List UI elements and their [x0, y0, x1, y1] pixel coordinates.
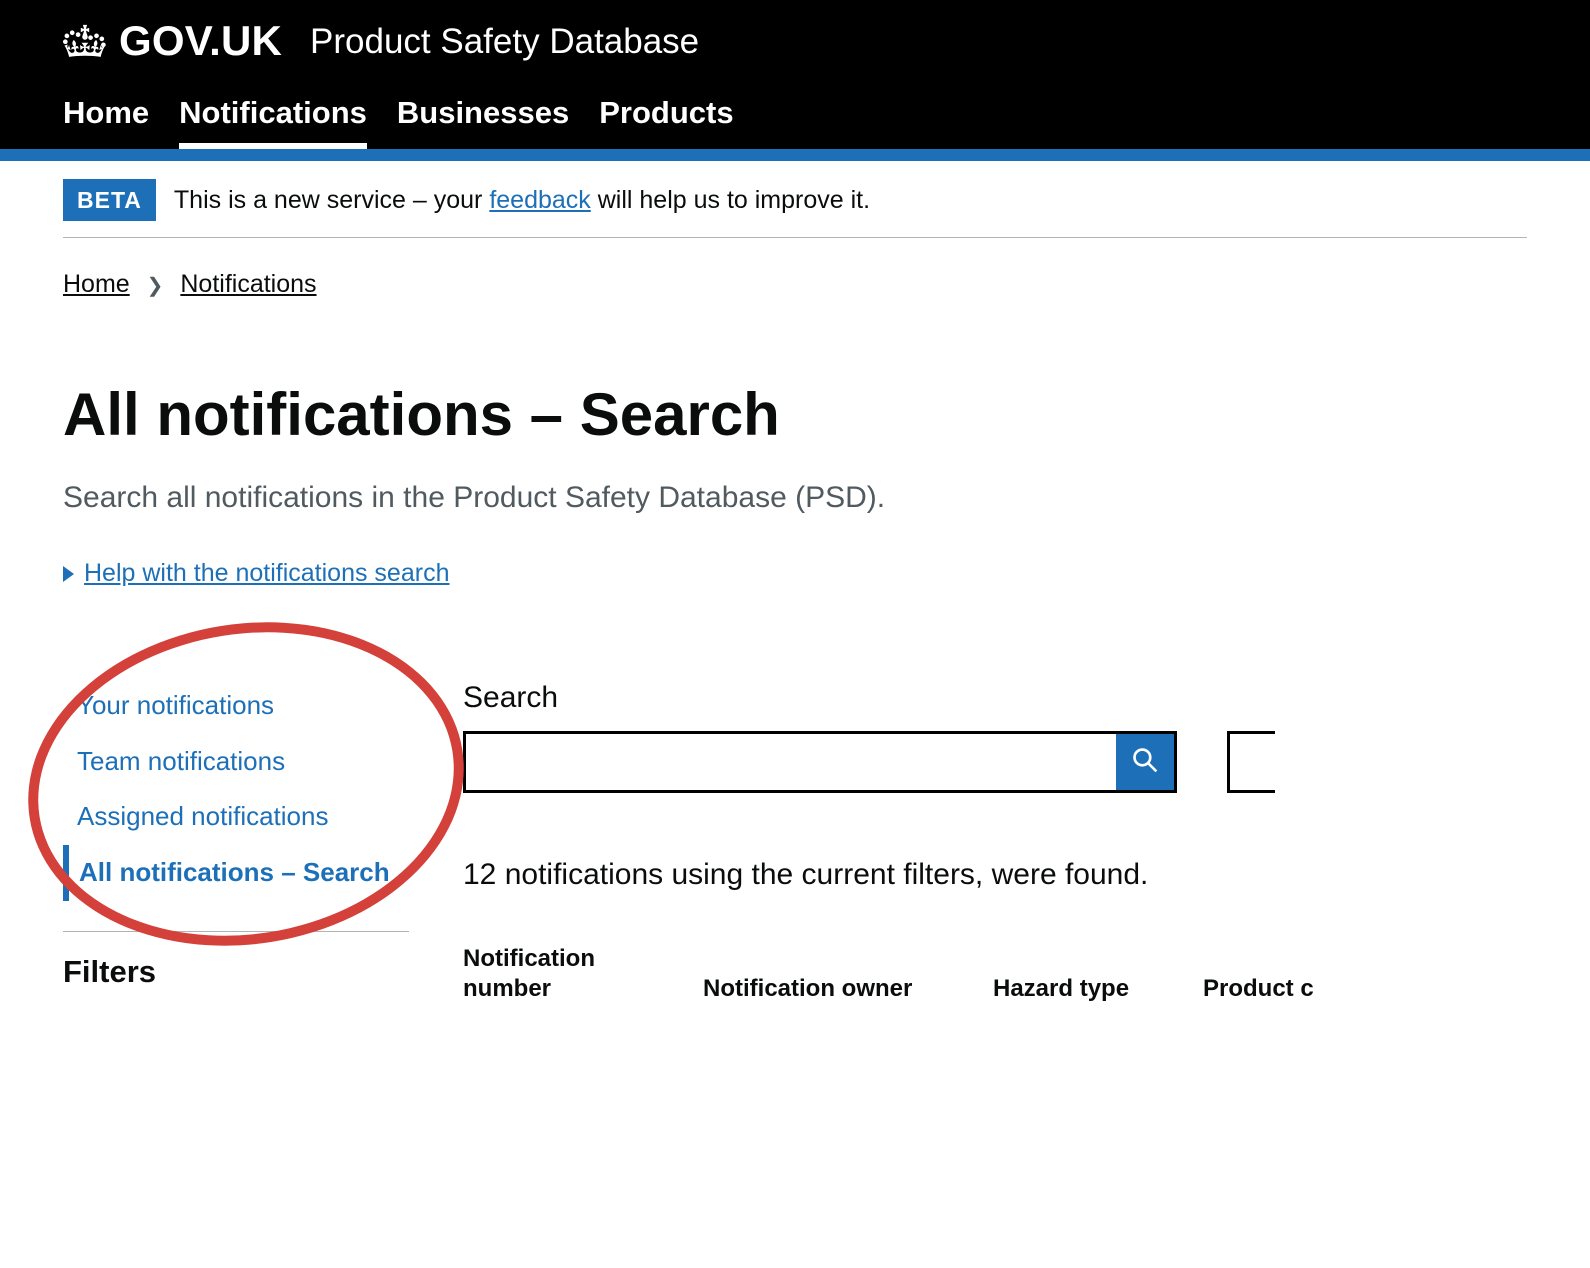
- govuk-logo-text[interactable]: GOV.UK: [119, 14, 282, 69]
- table-header-row: Notification number Notification owner H…: [463, 944, 1590, 1004]
- help-link-text: Help with the notifications search: [84, 557, 449, 590]
- nav-notifications[interactable]: Notifications: [179, 93, 367, 149]
- feedback-link[interactable]: feedback: [489, 186, 590, 214]
- search-box: [463, 731, 1177, 793]
- beta-tag: BETA: [63, 179, 156, 221]
- breadcrumb-notifications[interactable]: Notifications: [180, 270, 316, 298]
- breadcrumb: Home ❯ Notifications: [0, 238, 1590, 301]
- side-nav: Your notifications Team notifications As…: [63, 678, 423, 901]
- search-input[interactable]: [466, 734, 1116, 790]
- filters-heading: Filters: [63, 952, 423, 992]
- search-icon: [1131, 746, 1159, 777]
- help-disclosure[interactable]: Help with the notifications search: [63, 557, 449, 590]
- page-lead: Search all notifications in the Product …: [63, 478, 1527, 517]
- primary-nav: Home Notifications Businesses Products: [0, 75, 1590, 149]
- breadcrumb-home[interactable]: Home: [63, 270, 130, 298]
- th-notification-owner: Notification owner: [703, 973, 953, 1004]
- divider: [63, 931, 409, 932]
- nav-products[interactable]: Products: [599, 93, 733, 149]
- th-notification-number: Notification number: [463, 944, 663, 1004]
- search-label: Search: [463, 678, 1590, 717]
- th-product-category: Product c: [1203, 973, 1323, 1004]
- page-title: All notifications – Search: [63, 376, 1527, 454]
- phase-text: This is a new service – your feedback wi…: [174, 184, 870, 217]
- secondary-input-fragment[interactable]: [1227, 731, 1275, 793]
- sidebar-item-all-notifications-search[interactable]: All notifications – Search: [63, 845, 423, 901]
- sidebar-item-assigned-notifications[interactable]: Assigned notifications: [63, 789, 423, 845]
- nav-home[interactable]: Home: [63, 93, 149, 149]
- phase-banner: BETA This is a new service – your feedba…: [63, 161, 1527, 238]
- nav-businesses[interactable]: Businesses: [397, 93, 569, 149]
- sidebar-item-your-notifications[interactable]: Your notifications: [63, 678, 423, 734]
- service-name[interactable]: Product Safety Database: [310, 19, 699, 65]
- triangle-right-icon: [63, 566, 74, 582]
- results-count: 12 notifications using the current filte…: [463, 855, 1590, 894]
- chevron-right-icon: ❯: [147, 275, 164, 297]
- search-button[interactable]: [1116, 734, 1174, 790]
- sidebar-item-team-notifications[interactable]: Team notifications: [63, 734, 423, 790]
- th-hazard-type: Hazard type: [993, 973, 1163, 1004]
- crown-icon: [63, 23, 107, 59]
